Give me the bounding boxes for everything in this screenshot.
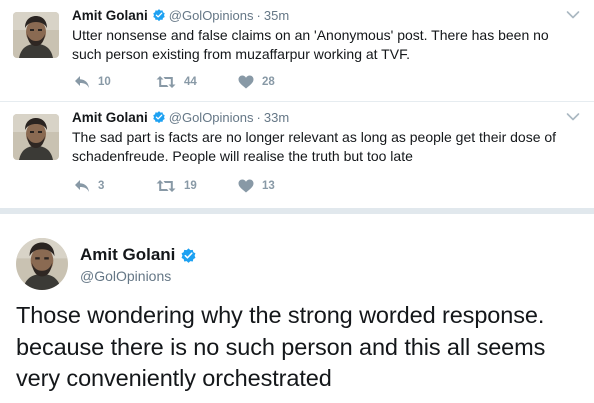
tweet-actions: 10 44 28 (74, 74, 298, 90)
author-name[interactable]: Amit Golani (72, 8, 148, 23)
retweet-icon (156, 75, 176, 89)
author-name[interactable]: Amit Golani (72, 110, 148, 125)
like-button[interactable]: 28 (238, 75, 298, 89)
retweet-count: 44 (184, 76, 197, 88)
reply-icon (74, 75, 90, 89)
avatar[interactable] (13, 12, 59, 58)
tweet-item[interactable]: Amit Golani @GolOpinions · 35m Utter non… (0, 0, 594, 102)
author-handle[interactable]: @GolOpinions (169, 8, 254, 23)
retweet-button[interactable]: 44 (156, 75, 238, 89)
tweet-header: Amit Golani @GolOpinions · 33m (72, 108, 289, 126)
timestamp[interactable]: 33m (264, 110, 289, 125)
retweet-icon (156, 179, 176, 193)
reply-count: 3 (98, 180, 105, 192)
tweet-header: Amit Golani @GolOpinions · 35m (72, 6, 289, 24)
verified-badge-icon (152, 8, 166, 22)
tweet-thread: Amit Golani @GolOpinions · 35m Utter non… (0, 0, 594, 208)
chevron-down-icon[interactable] (566, 112, 580, 122)
avatar[interactable] (13, 114, 59, 160)
retweet-count: 19 (184, 180, 197, 192)
author-handle[interactable]: @GolOpinions (169, 110, 254, 125)
tweet-text: Utter nonsense and false claims on an 'A… (72, 27, 549, 62)
like-count: 13 (262, 180, 275, 192)
heart-icon (238, 75, 254, 89)
like-count: 28 (262, 76, 275, 88)
featured-tweet[interactable]: Amit Golani @GolOpinions Those wondering… (0, 214, 594, 403)
author-name[interactable]: Amit Golani (80, 245, 175, 265)
timestamp[interactable]: 35m (264, 8, 289, 23)
heart-icon (238, 179, 254, 193)
reply-button[interactable]: 10 (74, 75, 156, 89)
separator: · (256, 7, 261, 23)
reply-button[interactable]: 3 (74, 179, 156, 193)
tweet-text: The sad part is facts are no longer rele… (72, 129, 557, 164)
separator: · (256, 109, 261, 125)
reply-count: 10 (98, 76, 111, 88)
chevron-down-icon[interactable] (566, 10, 580, 20)
author-handle[interactable]: @GolOpinions (80, 268, 171, 284)
author-name-row: Amit Golani (80, 245, 200, 265)
avatar[interactable] (16, 238, 68, 290)
verified-badge-icon (180, 247, 197, 264)
tweet-text: Those wondering why the strong worded re… (16, 302, 546, 391)
tweet-actions: 3 19 13 (74, 178, 298, 194)
retweet-button[interactable]: 19 (156, 179, 238, 193)
verified-badge-icon (152, 110, 166, 124)
reply-icon (74, 179, 90, 193)
like-button[interactable]: 13 (238, 179, 298, 193)
